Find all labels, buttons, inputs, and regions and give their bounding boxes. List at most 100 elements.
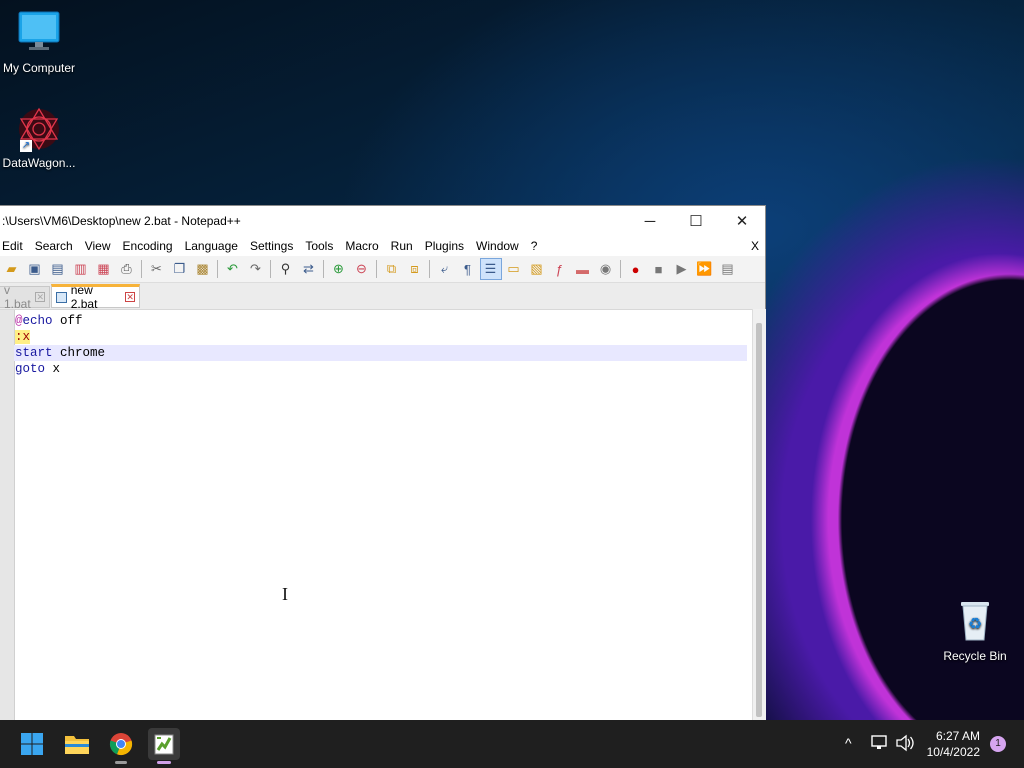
start-button[interactable] (16, 728, 48, 760)
code-editor[interactable]: @echo off :x start chrome goto x (0, 309, 752, 722)
desktop-icon-my-computer[interactable]: My Computer (0, 10, 81, 75)
close-button[interactable]: ✕ (719, 206, 765, 236)
tab-close-icon[interactable]: ✕ (125, 292, 135, 302)
editor-line: :x (15, 329, 31, 345)
taskbar: ^ 6:27 AM 10/4/2022 1 (0, 720, 1024, 768)
stop-macro-icon[interactable]: ■ (649, 259, 669, 279)
tab-file-1[interactable]: v 1.bat ✕ (0, 283, 50, 311)
close-all-icon[interactable]: ▦ (94, 259, 114, 279)
tab-label: new 2.bat (70, 283, 98, 311)
menu-window[interactable]: Window (470, 236, 525, 256)
vertical-scrollbar[interactable] (752, 309, 766, 720)
code-token: @ (15, 314, 23, 328)
menu-bar: Edit Search View Encoding Language Setti… (0, 236, 765, 256)
open-file-icon[interactable]: ▰ (2, 259, 22, 279)
minimize-button[interactable]: ─ (627, 206, 673, 236)
menu-language[interactable]: Language (179, 236, 244, 256)
save-macro-icon[interactable]: ▤ (718, 259, 738, 279)
tab-label: v 1.bat (4, 283, 31, 311)
sync-vertical-icon[interactable]: ⧉ (382, 259, 402, 279)
show-all-chars-icon[interactable]: ¶ (458, 259, 478, 279)
maximize-button[interactable]: ☐ (673, 206, 719, 236)
record-macro-icon[interactable]: ● (626, 259, 646, 279)
editor-line-current: start chrome (14, 345, 747, 361)
desktop-icon-label: Recycle Bin (943, 649, 1007, 663)
folder-icon (65, 736, 89, 754)
sync-horizontal-icon[interactable]: ⧈ (405, 259, 425, 279)
undo-icon[interactable]: ↶ (223, 259, 243, 279)
menu-search[interactable]: Search (29, 236, 79, 256)
cut-icon[interactable]: ✂ (147, 259, 167, 279)
code-token: goto (15, 362, 46, 376)
word-wrap-icon[interactable]: ⤶ (435, 259, 455, 279)
code-token: :x (15, 330, 31, 344)
clock-date: 10/4/2022 (926, 745, 980, 759)
taskbar-clock[interactable]: 6:27 AM 10/4/2022 (927, 728, 980, 760)
menu-view[interactable]: View (79, 236, 117, 256)
toolbar-separator (376, 260, 377, 278)
code-token: echo (22, 314, 53, 328)
active-indicator (157, 761, 171, 764)
doc-map-icon[interactable]: ▧ (527, 259, 547, 279)
zoom-in-icon[interactable]: ⊕ (329, 259, 349, 279)
tray-overflow-chevron-icon[interactable]: ^ (845, 735, 852, 751)
code-token: start (15, 346, 53, 360)
copy-icon[interactable]: ❐ (170, 259, 190, 279)
zoom-out-icon[interactable]: ⊖ (352, 259, 372, 279)
menu-encoding[interactable]: Encoding (117, 236, 179, 256)
network-icon[interactable] (871, 735, 889, 754)
code-token: off (52, 314, 83, 328)
file-explorer-button[interactable] (61, 728, 93, 760)
tab-close-icon[interactable]: ✕ (35, 292, 45, 302)
scrollbar-thumb[interactable] (756, 323, 762, 717)
notepadpp-icon (154, 734, 174, 755)
close-document-button[interactable]: X (751, 236, 759, 256)
udl-icon[interactable]: ▭ (504, 259, 524, 279)
indent-guide-icon[interactable]: ☰ (479, 258, 502, 280)
redo-icon[interactable]: ↷ (246, 259, 266, 279)
menu-edit[interactable]: Edit (0, 236, 29, 256)
monitoring-icon[interactable]: ◉ (596, 259, 616, 279)
toolbar-separator (141, 260, 142, 278)
close-file-icon[interactable]: ▥ (71, 259, 91, 279)
save-all-icon[interactable]: ▤ (48, 259, 68, 279)
desktop-icon-datawagon[interactable]: ↗ DataWagon... (0, 106, 81, 170)
clock-time: 6:27 AM (935, 729, 980, 743)
notification-badge[interactable]: 1 (990, 736, 1006, 752)
code-token: chrome (52, 346, 106, 360)
desktop-icon-recycle-bin[interactable]: ♻ Recycle Bin (933, 596, 1017, 663)
run-macro-multiple-icon[interactable]: ⏩ (695, 259, 715, 279)
tab-new-2[interactable]: new 2.bat ✕ (51, 283, 140, 311)
monitor-icon (0, 10, 81, 57)
tab-bar: v 1.bat ✕ new 2.bat ✕ (0, 283, 765, 311)
play-macro-icon[interactable]: ▶ (672, 259, 692, 279)
menu-tools[interactable]: Tools (299, 236, 339, 256)
title-bar[interactable]: :\Users\VM6\Desktop\new 2.bat - Notepad+… (0, 206, 765, 236)
menu-plugins[interactable]: Plugins (419, 236, 470, 256)
find-icon[interactable]: ⚲ (276, 259, 296, 279)
paste-icon[interactable]: ▩ (193, 259, 213, 279)
toolbar-separator (323, 260, 324, 278)
recycle-bin-icon: ♻ (933, 596, 1017, 645)
replace-icon[interactable]: ⇄ (299, 259, 319, 279)
file-icon (56, 291, 67, 303)
editor-line: @echo off (15, 313, 83, 329)
chrome-icon (109, 733, 133, 756)
volume-icon[interactable] (895, 734, 915, 755)
notepadpp-taskbar-button[interactable] (148, 728, 180, 764)
window-title: :\Users\VM6\Desktop\new 2.bat - Notepad+… (2, 214, 241, 228)
menu-help[interactable]: ? (525, 236, 544, 256)
save-icon[interactable]: ▣ (25, 259, 45, 279)
function-list-icon[interactable]: ƒ (550, 259, 570, 279)
toolbar-separator (217, 260, 218, 278)
menu-macro[interactable]: Macro (339, 236, 384, 256)
toolbar-separator (429, 260, 430, 278)
desktop-icon-label: DataWagon... (2, 156, 76, 170)
chrome-button[interactable] (105, 728, 137, 764)
print-icon[interactable]: ⎙ (117, 259, 137, 279)
datawagon-shortcut-icon: ↗ (16, 106, 62, 152)
menu-run[interactable]: Run (385, 236, 419, 256)
fold-margin (0, 310, 15, 722)
menu-settings[interactable]: Settings (244, 236, 299, 256)
folder-workspace-icon[interactable]: ▬ (573, 259, 593, 279)
